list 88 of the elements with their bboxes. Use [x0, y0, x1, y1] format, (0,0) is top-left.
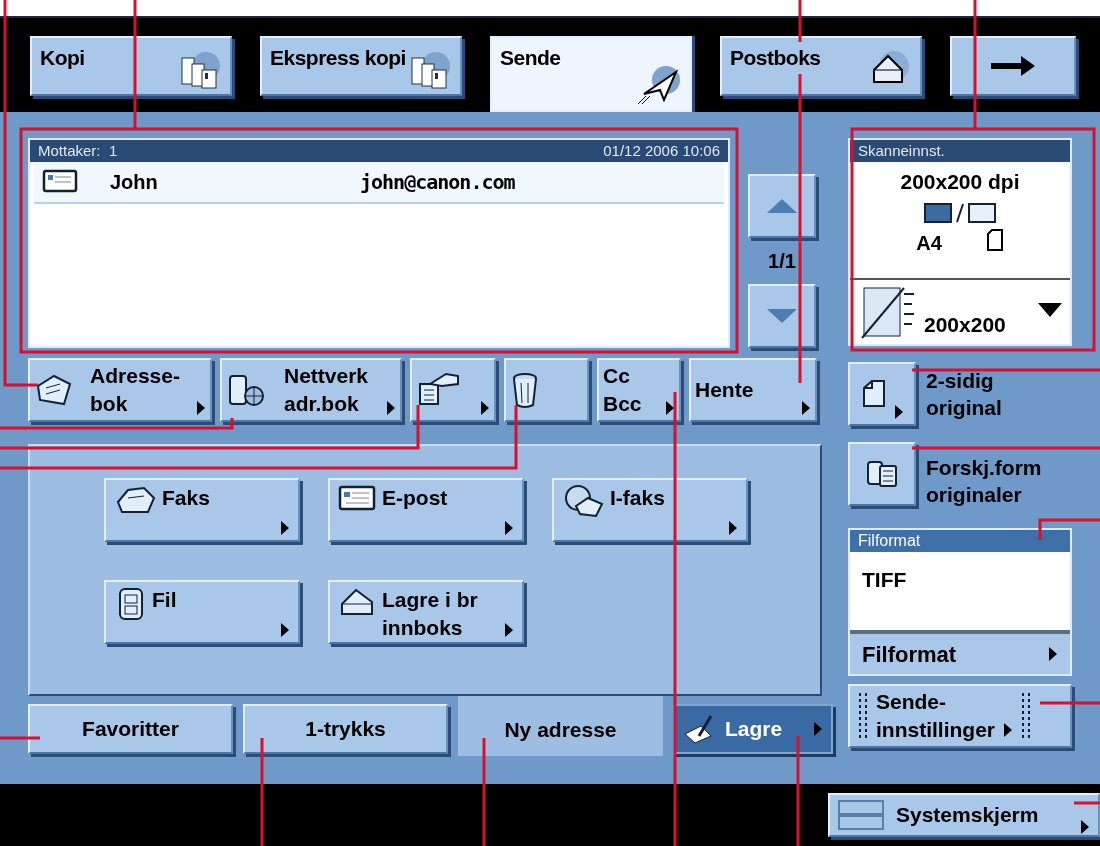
caret-icon [280, 622, 290, 638]
caret-icon [1080, 819, 1090, 835]
tab[interactable]: Ny adresse [458, 696, 663, 756]
leader-line [0, 736, 40, 740]
caret-icon [728, 520, 738, 536]
button-label: Sende- innstillinger [876, 689, 995, 743]
address-button[interactable] [410, 358, 496, 422]
destination-button[interactable]: Lagre i br innboks [328, 580, 524, 644]
up-triangle-icon [767, 199, 797, 213]
page-indicator: 1/1 [768, 249, 796, 274]
tab[interactable]: Ekspress kopi [260, 36, 462, 96]
address-button[interactable]: Nettverk adr.bok [220, 358, 402, 422]
tab[interactable]: 1-trykks [243, 704, 448, 754]
file-format-value: TIFF [861, 567, 908, 593]
window-bars-icon [838, 799, 884, 831]
tab[interactable]: Favoritter [28, 704, 233, 754]
button-label: Nettverk adr.bok [283, 363, 368, 417]
system-screen-button[interactable]: Systemskjerm [828, 793, 1100, 837]
option-button[interactable] [848, 442, 916, 506]
address-button[interactable]: Hente [689, 358, 817, 422]
paper-size: A4 [916, 230, 942, 256]
send-settings-button[interactable]: Sende- innstillinger [848, 684, 1072, 748]
button-label: Fil [152, 587, 177, 613]
panel-title: Filformat [850, 530, 1070, 552]
tab[interactable]: Postboks [720, 36, 922, 96]
email-card-icon [42, 169, 80, 195]
resolution-value: 200x200 dpi [899, 169, 1021, 195]
date-time: 01/12 2006 10:06 [603, 140, 720, 161]
tab[interactable]: Sende [490, 36, 692, 112]
page-icon [985, 227, 1004, 252]
button-label: Hente [695, 377, 754, 403]
documents-icon [178, 50, 222, 90]
caret-icon [504, 520, 514, 536]
button-label: Cc Bcc [603, 363, 642, 417]
next-button[interactable] [950, 36, 1076, 96]
panel-title: Skanneinnst. [850, 140, 1070, 162]
down-triangle-icon [767, 309, 797, 323]
recipient-count-label: Mottaker: 1 [38, 140, 118, 161]
recipient-name: John [110, 170, 159, 195]
scroll-down-button[interactable] [748, 284, 816, 348]
button-label: E-post [382, 485, 448, 511]
caret-icon [801, 400, 811, 416]
button-label: Lagre i br innboks [382, 587, 478, 641]
server-globe-icon [226, 372, 266, 408]
caret-icon [504, 622, 514, 638]
right-arrow-icon [989, 55, 1037, 77]
button-label: I-faks [610, 485, 665, 511]
dropdown-triangle-icon [1038, 303, 1062, 317]
two-pages-icon [865, 459, 899, 489]
address-button[interactable]: Cc Bcc [597, 358, 681, 422]
resolution-dropdown[interactable]: 200x200 [850, 278, 1070, 344]
button-label: Adresse- bok [90, 363, 180, 417]
dotted-bar-icon [1021, 691, 1031, 741]
dotted-bar-icon [858, 691, 868, 741]
caret-icon [386, 400, 396, 416]
scroll-up-button[interactable] [748, 174, 816, 238]
caret-icon [480, 400, 490, 416]
caret-icon [665, 400, 675, 416]
caret-icon [280, 520, 290, 536]
leader-line [1074, 801, 1100, 805]
option-label: 2-sidig original [926, 368, 1002, 421]
save-button[interactable]: Lagre [673, 704, 833, 754]
destination-button[interactable]: Fil [104, 580, 300, 644]
leader-line [1038, 518, 1100, 540]
address-button[interactable]: Adresse- bok [28, 358, 212, 422]
option-label: Forskj.form originaler [926, 455, 1042, 508]
caret-icon [196, 400, 206, 416]
color-mode-icon [923, 201, 997, 224]
button-label: Faks [162, 485, 210, 511]
destination-button[interactable]: E-post [328, 478, 524, 542]
option-button[interactable] [848, 362, 916, 426]
hand-document-icon [416, 372, 460, 408]
destination-button[interactable]: I-faks [552, 478, 748, 542]
tab[interactable]: Kopi [30, 36, 232, 96]
recipient-address: john@canon.com [360, 169, 515, 196]
trash-icon [510, 371, 540, 409]
documents-icon [408, 50, 452, 90]
leader-line [1040, 701, 1100, 705]
caret-icon [1003, 722, 1013, 738]
recipient-row[interactable]: John john@canon.com [34, 162, 724, 204]
caret-icon [1048, 646, 1058, 662]
destination-button[interactable]: Faks [104, 478, 300, 542]
scanned-page-icon [858, 284, 916, 340]
caret-icon [813, 721, 823, 737]
caret-icon [894, 404, 904, 420]
file-format-button[interactable]: Filformat [850, 630, 1070, 674]
address-button[interactable] [504, 358, 589, 422]
email-card-icon [338, 484, 378, 512]
